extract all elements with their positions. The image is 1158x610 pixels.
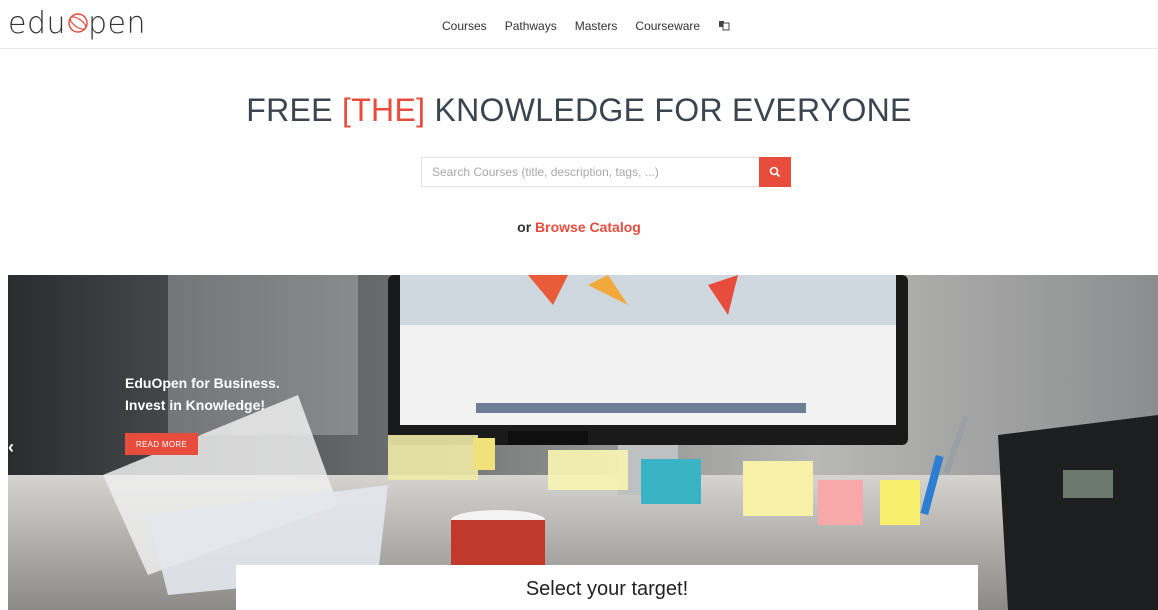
search-button[interactable] (759, 157, 791, 187)
logo-text-left: edu (8, 6, 67, 41)
site-logo[interactable]: edu pen (8, 6, 146, 41)
hero-title: FREE [THE] KNOWLEDGE FOR EVERYONE (0, 92, 1158, 129)
browse-prefix: or (517, 219, 536, 235)
search-icon (769, 166, 781, 178)
carousel-prev-icon[interactable]: ‹ (8, 437, 14, 458)
hero-title-bracket: [THE] (342, 92, 426, 128)
banner-headline-line1: EduOpen for Business. (125, 375, 280, 391)
search-bar (421, 157, 791, 187)
browse-catalog-line: or Browse Catalog (0, 219, 1158, 235)
target-title: Select your target! (525, 578, 689, 600)
search-input[interactable] (421, 157, 759, 187)
banner-headline-line2: Invest in Knowledge! (125, 397, 266, 413)
nav-courseware[interactable]: Courseware (635, 19, 700, 33)
banner-headline: EduOpen for Business. Invest in Knowledg… (125, 372, 280, 416)
nav-masters[interactable]: Masters (575, 19, 618, 33)
read-more-button[interactable]: READ MORE (125, 433, 198, 455)
logo-text-right: pen (88, 6, 147, 41)
browse-catalog-link[interactable]: Browse Catalog (535, 219, 641, 235)
target-selector-card: Select your target! (236, 565, 978, 610)
logo-o-icon (66, 8, 88, 33)
hero-title-part1: FREE (246, 92, 343, 128)
nav-courses[interactable]: Courses (442, 19, 487, 33)
language-flag-icon[interactable] (718, 19, 730, 31)
hero-banner: ‹ EduOpen for Business. Invest in Knowle… (8, 275, 1158, 610)
top-header: edu pen Courses Pathways Masters Coursew… (0, 0, 1158, 49)
main-nav: Courses Pathways Masters Courseware (442, 19, 730, 33)
hero-title-part2: KNOWLEDGE FOR EVERYONE (425, 92, 912, 128)
nav-pathways[interactable]: Pathways (505, 19, 557, 33)
